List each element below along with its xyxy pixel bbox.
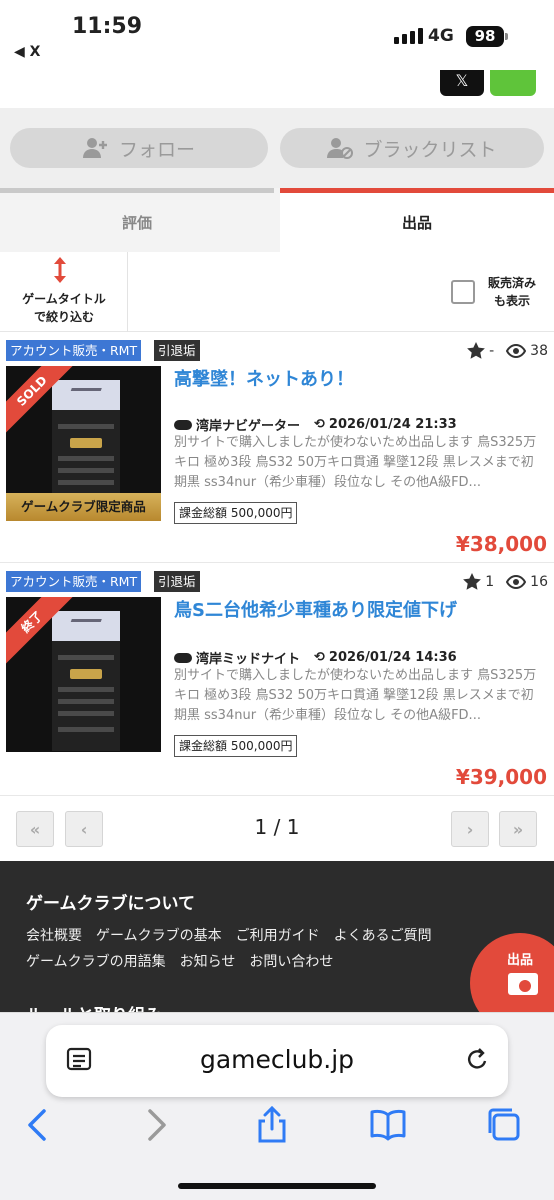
listing-date: ⟲ 2026/01/24 21:33 — [314, 417, 457, 432]
listing-title[interactable]: 高撃墜！ネットあり！ — [174, 365, 354, 391]
category-tag: アカウント販売・RMT — [6, 340, 142, 361]
date-value: 2026/01/24 21:33 — [328, 417, 457, 432]
signal-icon — [394, 28, 423, 44]
listing-date: ⟲ 2026/01/24 14:36 — [314, 650, 457, 665]
listing-stats: 1 16 — [463, 573, 548, 590]
profile-tabs: 評価 出品 — [0, 188, 554, 252]
total-value: 500,000円 — [230, 739, 293, 753]
listing-description: 別サイトで購入しましたが使わないため出品します 鳥S325万キロ 極め3段 鳥S… — [174, 435, 537, 490]
browser-toolbar: gameclub.jp — [0, 1012, 554, 1200]
status-bar: 11:59 ◀ X 4G 98 — [0, 0, 554, 70]
footer-links-row: 会社概要 ゲームクラブの基本 ご利用ガイド よくあるご質問 — [26, 925, 432, 945]
history-icon: ⟲ — [314, 417, 325, 432]
eye-icon — [506, 343, 527, 358]
listing-card[interactable]: アカウント販売・RMT 引退垢 1 16 終了 鳥S二台他希少車種あり限定値下げ… — [0, 564, 554, 796]
footer-links-row: ゲームクラブの用語集 お知らせ お問い合わせ — [26, 951, 333, 971]
follow-label: フォロー — [118, 138, 195, 161]
listing-price: ¥39,000 — [455, 765, 547, 789]
game-name: 湾岸ミッドナイト — [196, 652, 301, 667]
tabs-icon[interactable] — [484, 1105, 524, 1145]
pagination: « ‹ 1 / 1 › » — [0, 797, 554, 861]
gamepad-icon — [174, 419, 192, 430]
bookmarks-icon[interactable] — [368, 1105, 408, 1145]
sort-arrows-icon — [54, 257, 66, 283]
listing-price: ¥38,000 — [455, 532, 547, 556]
last-page-button[interactable]: » — [499, 811, 537, 847]
share-icon[interactable] — [252, 1105, 292, 1145]
share-x-button[interactable]: 𝕏 — [440, 70, 484, 96]
category-tag: アカウント販売・RMT — [6, 571, 142, 592]
gamepad-icon — [174, 652, 192, 663]
star-icon — [467, 342, 485, 359]
reader-mode-icon[interactable] — [66, 1047, 92, 1073]
listing-thumbnail[interactable]: SOLD ゲームクラブ限定商品 — [6, 366, 161, 521]
camera-icon — [508, 973, 538, 995]
eye-icon — [506, 574, 527, 589]
listing-stats: - 38 — [467, 342, 548, 359]
rating-value: - — [489, 342, 495, 359]
battery-icon: 98 — [466, 26, 508, 47]
total-label: 課金総額 — [179, 739, 228, 753]
user-block-icon — [327, 138, 354, 159]
back-icon[interactable] — [18, 1105, 58, 1145]
footer-link[interactable]: よくあるご質問 — [334, 925, 432, 945]
footer-about-title: ゲームクラブについて — [26, 894, 195, 914]
prev-page-button[interactable]: ‹ — [65, 811, 103, 847]
status-time: 11:59 — [72, 14, 143, 39]
total-label: 課金総額 — [179, 506, 228, 520]
view-count: 16 — [530, 573, 548, 590]
tab-listings[interactable]: 出品 — [280, 188, 554, 252]
back-to-app-link[interactable]: ◀ X — [14, 44, 40, 60]
listing-title[interactable]: 鳥S二台他希少車種あり限定値下げ — [174, 596, 457, 622]
listing-filter: ゲームタイトル で絞り込む 販売済み も表示 — [0, 252, 554, 332]
date-value: 2026/01/24 14:36 — [328, 650, 457, 665]
blacklist-button[interactable]: ブラックリスト — [280, 128, 544, 168]
footer-link[interactable]: ゲームクラブの用語集 — [26, 951, 166, 971]
sell-label: 出品 — [507, 953, 534, 968]
tab-reviews[interactable]: 評価 — [0, 188, 274, 252]
total-spent: 課金総額 500,000円 — [174, 502, 298, 524]
footer-link[interactable]: お知らせ — [180, 951, 236, 971]
listing-thumbnail[interactable]: 終了 — [6, 597, 161, 752]
url-text[interactable]: gameclub.jp — [146, 1045, 408, 1074]
game-name: 湾岸ナビゲーター — [196, 419, 301, 434]
show-sold-checkbox[interactable] — [451, 280, 475, 304]
listing-description: 別サイトで購入しましたが使わないため出品します 鳥S325万キロ 極め3段 鳥S… — [174, 668, 537, 723]
show-sold-label: 販売済み も表示 — [487, 276, 536, 308]
total-spent: 課金総額 500,000円 — [174, 735, 298, 757]
reload-icon[interactable] — [464, 1047, 490, 1073]
address-bar[interactable]: gameclub.jp — [46, 1025, 508, 1097]
first-page-button[interactable]: « — [16, 811, 54, 847]
footer-link[interactable]: ご利用ガイド — [236, 925, 320, 945]
page-indicator: 1 / 1 — [254, 815, 300, 839]
footer-link[interactable]: 会社概要 — [26, 925, 82, 945]
star-icon — [463, 573, 482, 590]
follow-button[interactable]: フォロー — [10, 128, 268, 168]
status-tag: 引退垢 — [154, 571, 200, 592]
user-plus-icon — [82, 138, 107, 158]
home-indicator — [178, 1183, 376, 1189]
footer-link[interactable]: ゲームクラブの基本 — [96, 925, 222, 945]
game-title-filter-label: ゲームタイトル で絞り込む — [22, 292, 106, 324]
history-icon: ⟲ — [314, 650, 325, 665]
share-line-button[interactable] — [490, 70, 536, 96]
game-title-filter-button[interactable]: ゲームタイトル で絞り込む — [0, 252, 128, 332]
exclusive-badge: ゲームクラブ限定商品 — [6, 493, 161, 521]
network-type: 4G — [428, 26, 454, 46]
forward-icon[interactable] — [136, 1105, 176, 1145]
listing-card[interactable]: アカウント販売・RMT 引退垢 - 38 SOLD ゲームクラブ限定商品 高撃墜… — [0, 333, 554, 563]
view-count: 38 — [530, 342, 548, 359]
blacklist-label: ブラックリスト — [363, 138, 497, 161]
listing-meta: 湾岸ミッドナイト ⟲ 2026/01/24 14:36 — [174, 648, 457, 667]
next-page-button[interactable]: › — [451, 811, 489, 847]
footer-link[interactable]: お問い合わせ — [249, 951, 333, 971]
rating-value: 1 — [485, 573, 495, 590]
listing-meta: 湾岸ナビゲーター ⟲ 2026/01/24 21:33 — [174, 415, 457, 434]
status-tag: 引退垢 — [154, 340, 200, 361]
total-value: 500,000円 — [230, 506, 293, 520]
